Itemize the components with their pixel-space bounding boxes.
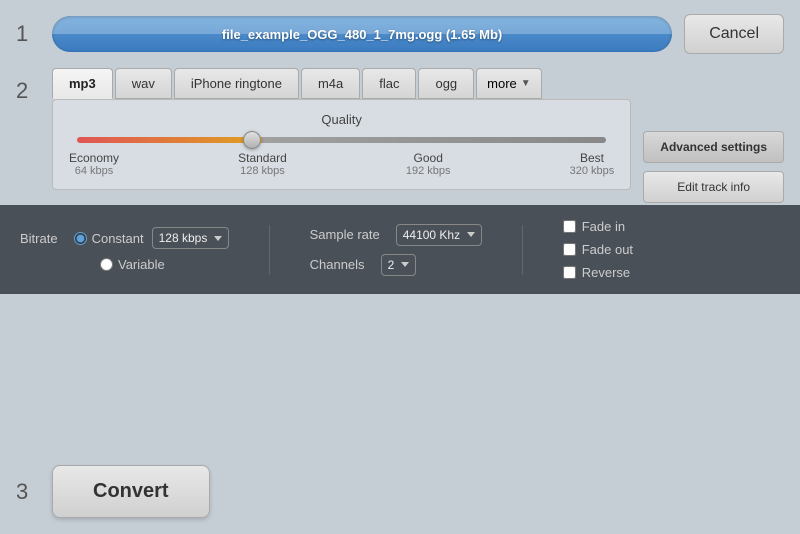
quality-best: Best 320 kbps xyxy=(570,151,615,177)
step-3-number: 3 xyxy=(16,479,40,505)
bitrate-constant-label[interactable]: Constant xyxy=(74,231,144,246)
advanced-settings-button[interactable]: Advanced settings xyxy=(643,131,784,163)
chevron-down-icon: ▼ xyxy=(521,78,531,89)
bitrate-kbps-dropdown[interactable]: 128 kbps xyxy=(152,227,229,249)
empty-section xyxy=(0,294,800,449)
bitrate-variable-label[interactable]: Variable xyxy=(100,257,165,272)
channels-dropdown[interactable]: 2 xyxy=(381,254,416,276)
sample-rate-dropdown[interactable]: 44100 Khz xyxy=(396,224,482,246)
slider-track xyxy=(77,137,606,143)
step-2-number: 2 xyxy=(16,68,40,104)
slider-labels: Economy 64 kbps Standard 128 kbps Good 1… xyxy=(69,151,614,177)
fade-in-text: Fade in xyxy=(582,219,625,234)
tab-flac[interactable]: flac xyxy=(362,68,416,99)
fade-out-text: Fade out xyxy=(582,242,633,257)
fade-out-checkbox[interactable] xyxy=(563,243,576,256)
quality-good: Good 192 kbps xyxy=(406,151,451,177)
reverse-checkbox[interactable] xyxy=(563,266,576,279)
tab-iphone-ringtone[interactable]: iPhone ringtone xyxy=(174,68,299,99)
effects-section: Fade in Fade out Reverse xyxy=(563,219,633,280)
bitrate-variable-row: Variable xyxy=(20,257,229,272)
tab-more[interactable]: more ▼ xyxy=(476,68,542,99)
bitrate-row: Bitrate Constant 128 kbps xyxy=(20,227,229,249)
bitrate-variable-radio[interactable] xyxy=(100,258,113,271)
convert-button[interactable]: Convert xyxy=(52,465,210,518)
bitrate-constant-radio[interactable] xyxy=(74,232,87,245)
quality-title: Quality xyxy=(69,112,614,127)
step-1-number: 1 xyxy=(16,21,40,47)
channels-label: Channels xyxy=(310,257,365,272)
sample-rate-label: Sample rate xyxy=(310,227,380,242)
sample-rate-row: Sample rate 44100 Khz xyxy=(310,224,482,246)
divider-1 xyxy=(269,225,270,275)
section-1: 1 file_example_OGG_480_1_7mg.ogg (1.65 M… xyxy=(0,0,800,68)
tab-ogg[interactable]: ogg xyxy=(418,68,474,99)
edit-track-button[interactable]: Edit track info xyxy=(643,171,784,203)
slider-thumb[interactable] xyxy=(243,131,261,149)
reverse-text: Reverse xyxy=(582,265,630,280)
cancel-button[interactable]: Cancel xyxy=(684,14,784,54)
bitrate-label: Bitrate xyxy=(20,231,58,246)
slider-container xyxy=(77,137,606,143)
bitrate-section: Bitrate Constant 128 kbps Variable xyxy=(20,227,229,272)
section-3: 3 Convert xyxy=(0,449,800,534)
sample-rate-section: Sample rate 44100 Khz Channels 2 xyxy=(310,224,482,276)
side-buttons: Advanced settings Edit track info xyxy=(643,99,784,203)
fade-out-label[interactable]: Fade out xyxy=(563,242,633,257)
file-name: file_example_OGG_480_1_7mg.ogg (1.65 Mb) xyxy=(222,27,502,42)
quality-economy: Economy 64 kbps xyxy=(69,151,119,177)
reverse-label[interactable]: Reverse xyxy=(563,265,633,280)
fade-in-label[interactable]: Fade in xyxy=(563,219,633,234)
tab-wav[interactable]: wav xyxy=(115,68,172,99)
tab-m4a[interactable]: m4a xyxy=(301,68,360,99)
file-bar: file_example_OGG_480_1_7mg.ogg (1.65 Mb) xyxy=(52,16,672,52)
format-tabs: mp3 wav iPhone ringtone m4a flac ogg xyxy=(52,68,784,99)
bitrate-variable-text: Variable xyxy=(118,257,165,272)
quality-panel: Quality Economy 64 kbps Standard xyxy=(52,99,631,190)
app-container: 1 file_example_OGG_480_1_7mg.ogg (1.65 M… xyxy=(0,0,800,534)
channels-row: Channels 2 xyxy=(310,254,482,276)
divider-2 xyxy=(522,225,523,275)
bitrate-constant-text: Constant xyxy=(92,231,144,246)
fade-in-checkbox[interactable] xyxy=(563,220,576,233)
advanced-panel: Bitrate Constant 128 kbps Variable xyxy=(0,205,800,294)
quality-standard: Standard 128 kbps xyxy=(238,151,287,177)
tab-mp3[interactable]: mp3 xyxy=(52,68,113,99)
